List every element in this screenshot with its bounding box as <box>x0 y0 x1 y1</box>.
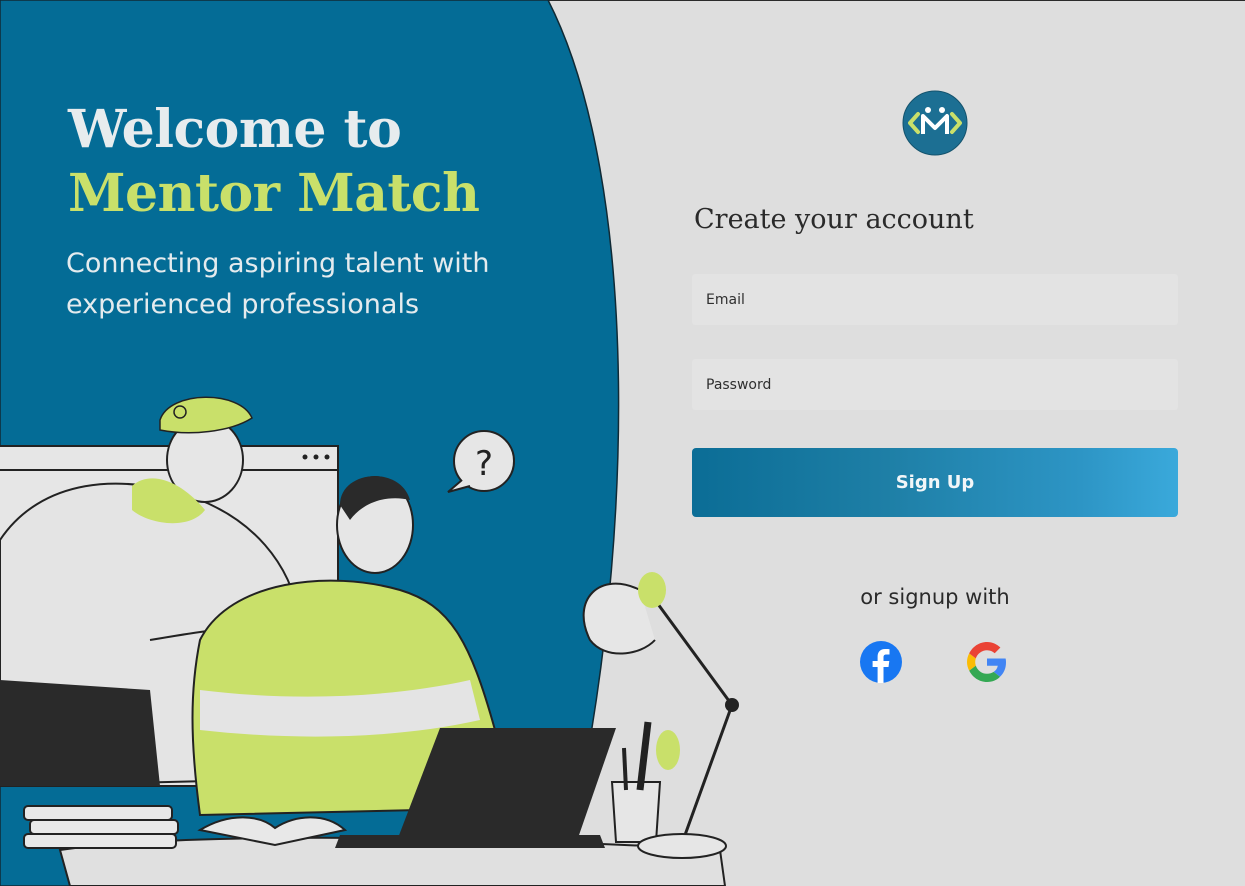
password-field[interactable] <box>692 359 1178 410</box>
google-icon[interactable] <box>965 640 1009 684</box>
mentoring-illustration: ? <box>0 396 739 886</box>
hero-title-line1: Welcome to <box>68 99 402 160</box>
hero-title: Welcome to Mentor Match <box>68 98 480 226</box>
social-prompt: or signup with <box>860 585 1010 609</box>
hero-subtitle: Connecting aspiring talent with experien… <box>66 248 490 320</box>
mentor-match-logo-icon <box>902 90 968 156</box>
hero-title-line2: Mentor Match <box>68 163 480 224</box>
form-title: Create your account <box>694 204 974 235</box>
sign-up-button[interactable]: Sign Up <box>692 448 1178 517</box>
facebook-icon[interactable] <box>859 640 903 684</box>
svg-text:?: ? <box>475 444 493 484</box>
hero-panel: Welcome to Mentor Match Connecting aspir… <box>0 0 760 886</box>
email-field[interactable] <box>692 274 1178 325</box>
